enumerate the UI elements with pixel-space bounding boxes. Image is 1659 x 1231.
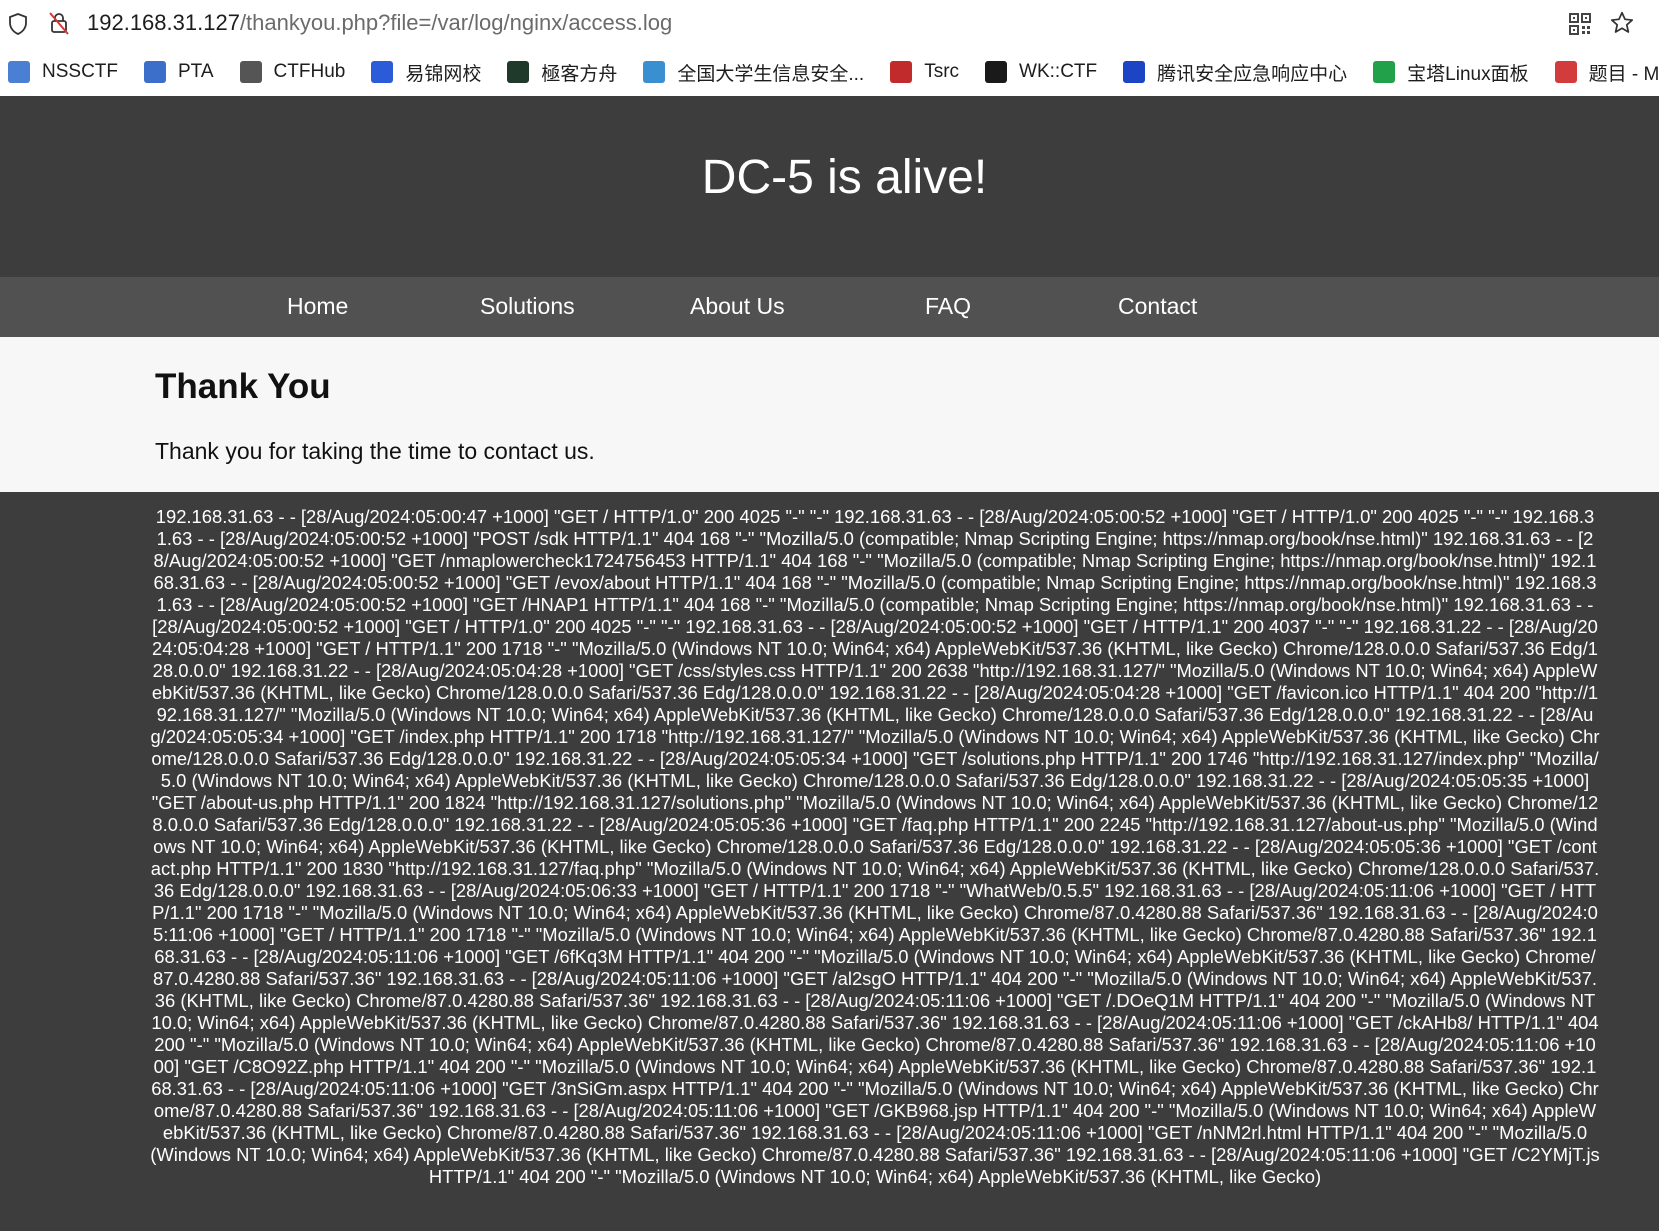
- shield-icon[interactable]: [5, 11, 31, 37]
- bookmark-label: CTFHub: [273, 61, 346, 82]
- bookmark-item[interactable]: Tsrc: [890, 48, 959, 96]
- bookmark-item[interactable]: 宝塔Linux面板: [1373, 48, 1529, 96]
- bookmark-label: PTA: [178, 61, 214, 82]
- tencent-icon: [1123, 61, 1146, 83]
- site-title: DC-5 is alive!: [701, 151, 988, 204]
- address-bar: 192.168.31.127/thankyou.php?file=/var/lo…: [0, 0, 1659, 48]
- baota-icon: [1373, 61, 1396, 83]
- bookmark-item[interactable]: PTA: [144, 48, 214, 96]
- nav-about-us[interactable]: About Us: [690, 293, 785, 320]
- bookmark-label: WK::CTF: [1019, 61, 1098, 82]
- main-nav: Home Solutions About Us FAQ Contact: [0, 277, 1659, 337]
- bookmark-label: 易锦网校: [405, 63, 482, 85]
- site-header: DC-5 is alive!: [0, 96, 1659, 277]
- nav-solutions[interactable]: Solutions: [480, 293, 575, 320]
- bookmark-label: Tsrc: [924, 61, 960, 82]
- moectf-icon: [1554, 61, 1577, 83]
- bookmark-label: 全国大学生信息安全...: [677, 63, 865, 85]
- bookmark-star-icon[interactable]: [1609, 10, 1635, 36]
- bookmark-item[interactable]: 题目 - MoeCTF 2024: [1554, 48, 1659, 96]
- content-area: Thank You Thank you for taking the time …: [0, 337, 1659, 492]
- url-host: 192.168.31.127: [87, 10, 240, 35]
- bookmark-item[interactable]: 全国大学生信息安全...: [643, 48, 864, 96]
- log-output-area: 192.168.31.63 - - [28/Aug/2024:05:00:47 …: [0, 492, 1659, 1231]
- bookmark-item[interactable]: 腾讯安全应急响应中心: [1123, 48, 1347, 96]
- insecure-lock-icon[interactable]: [46, 10, 72, 36]
- bookmark-item[interactable]: 易锦网校: [371, 48, 481, 96]
- thank-you-message: Thank you for taking the time to contact…: [155, 438, 595, 464]
- bookmark-item[interactable]: 極客方舟: [507, 48, 617, 96]
- nssctf-icon: [8, 61, 30, 83]
- wkctf-icon: [985, 61, 1008, 83]
- nav-contact[interactable]: Contact: [1118, 293, 1197, 320]
- yijin-icon: [371, 61, 394, 83]
- tsrc-icon: [890, 61, 913, 83]
- access-log-text: 192.168.31.63 - - [28/Aug/2024:05:00:47 …: [150, 506, 1600, 1187]
- page-heading: Thank You: [155, 367, 331, 406]
- nav-faq[interactable]: FAQ: [925, 293, 971, 320]
- globe-icon: [643, 61, 666, 83]
- bookmark-item[interactable]: WK::CTF: [985, 48, 1097, 96]
- jike-icon: [507, 61, 530, 83]
- bookmark-label: 宝塔Linux面板: [1407, 63, 1529, 85]
- pta-icon: [144, 61, 166, 83]
- bookmark-label: 腾讯安全应急响应中心: [1157, 63, 1348, 85]
- bookmark-label: 極客方舟: [541, 63, 618, 85]
- bookmarks-bar: NSSCTF PTA CTFHub 易锦网校 極客方舟 全国大学生信息安全... Tsrc W…: [0, 48, 1659, 96]
- url-path: /thankyou.php?file=/var/log/nginx/access…: [239, 10, 673, 35]
- nav-home[interactable]: Home: [287, 293, 348, 320]
- bookmark-label: NSSCTF: [42, 61, 118, 82]
- bookmark-item[interactable]: CTFHub: [239, 48, 346, 96]
- url-field[interactable]: 192.168.31.127/thankyou.php?file=/var/lo…: [87, 10, 672, 36]
- qr-code-icon[interactable]: [1567, 11, 1593, 37]
- bookmark-item[interactable]: NSSCTF: [8, 48, 118, 96]
- bookmark-label: 题目 - MoeCTF 2024: [1588, 63, 1659, 85]
- ctfhub-icon: [239, 61, 262, 83]
